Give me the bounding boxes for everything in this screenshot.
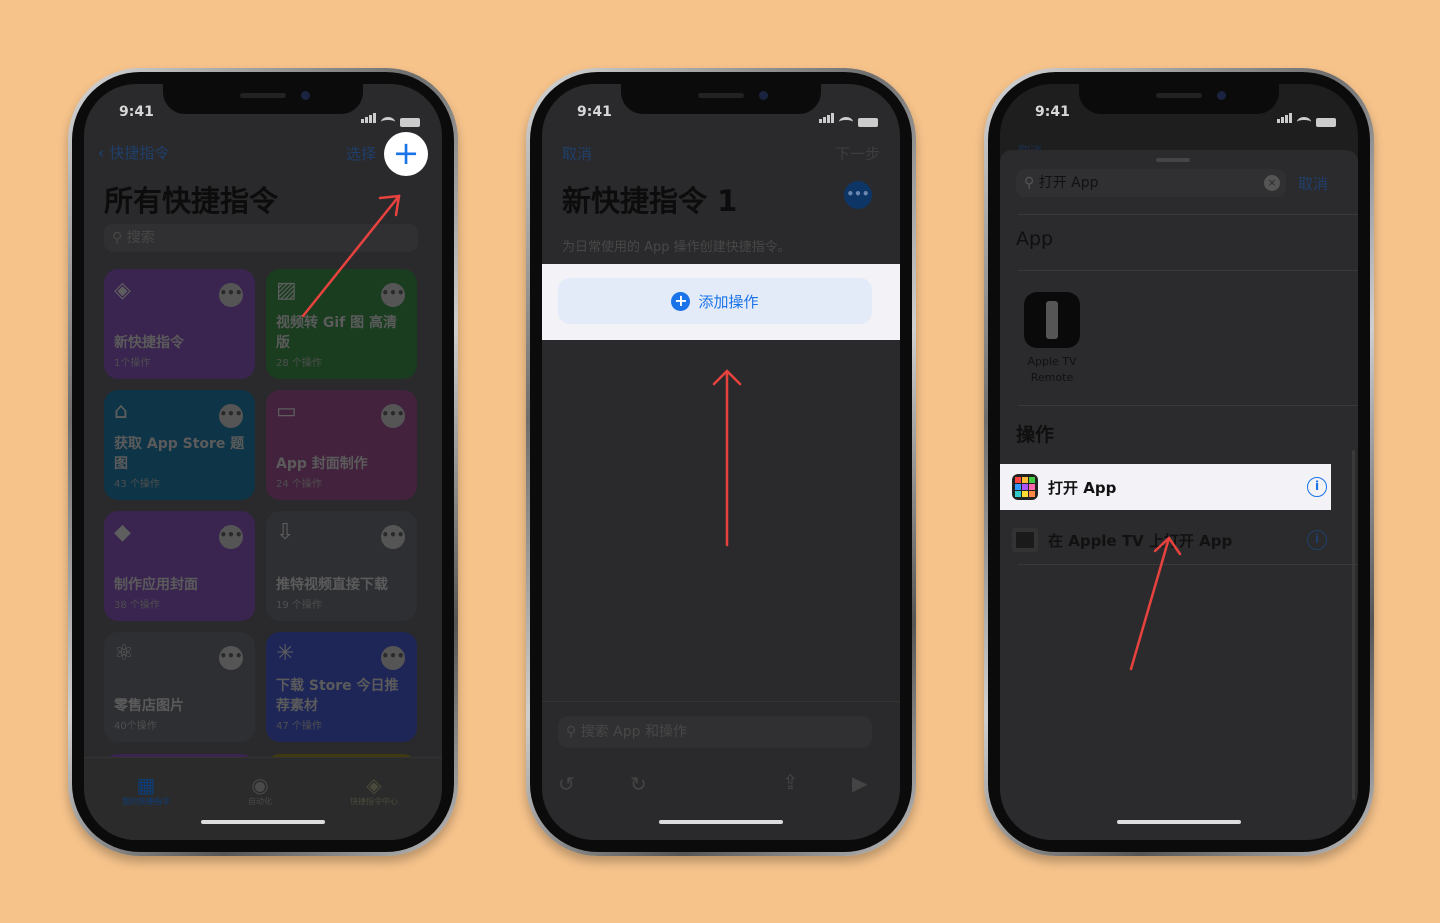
annotation-arrows: [301, 194, 1182, 671]
arrow-to-add-button: [301, 194, 401, 318]
arrow-to-add-action: [712, 369, 742, 547]
arrow-to-open-app: [1129, 536, 1182, 671]
